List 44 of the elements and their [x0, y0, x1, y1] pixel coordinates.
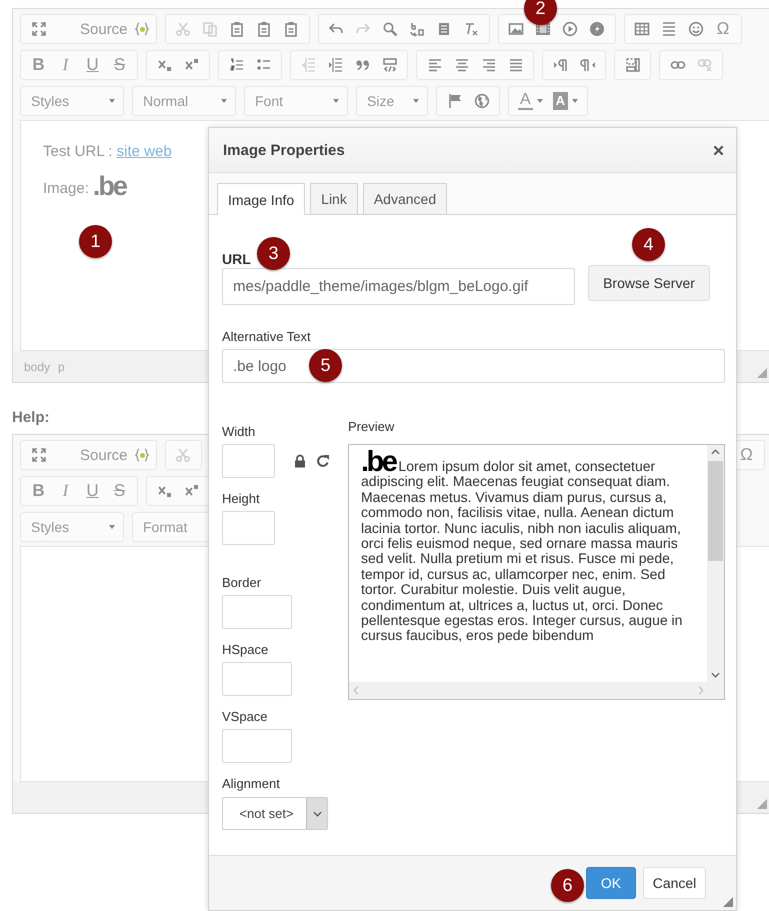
- background-color-button[interactable]: A: [548, 92, 584, 110]
- dropdown[interactable]: Size: [361, 93, 423, 109]
- italic-button[interactable]: I: [52, 481, 79, 501]
- strikethrough-button[interactable]: S: [106, 481, 133, 501]
- content-text: Image:: [43, 180, 89, 197]
- field-label: Preview: [348, 419, 394, 435]
- field-label: HSpace: [222, 642, 268, 658]
- link[interactable]: site web: [116, 143, 172, 160]
- tab[interactable]: Advanced: [362, 183, 448, 214]
- field-label: URL: [222, 251, 251, 267]
- strikethrough-button[interactable]: S: [106, 55, 133, 75]
- cancel-button[interactable]: Cancel: [643, 867, 706, 899]
- underline-button[interactable]: U: [79, 55, 106, 75]
- underline-button[interactable]: U: [79, 481, 106, 501]
- dropdown[interactable]: Styles: [25, 519, 119, 535]
- field-label: Border: [222, 575, 262, 591]
- text-color-button[interactable]: A: [513, 92, 548, 110]
- browse-button[interactable]: Browse Server: [588, 265, 710, 301]
- path-item[interactable]: p: [58, 360, 65, 374]
- field-label: Help:: [12, 409, 50, 426]
- source-button[interactable]: Source: [52, 446, 152, 464]
- omega-button[interactable]: Ω: [710, 19, 737, 39]
- bold-button[interactable]: B: [25, 481, 52, 501]
- ok-button[interactable]: OK: [586, 867, 636, 899]
- field-label: Height: [222, 491, 260, 507]
- dropdown[interactable]: Normal: [137, 93, 231, 109]
- url-field[interactable]: mes/paddle_theme/images/blgm_beLogo.gif: [222, 268, 575, 305]
- dropdown[interactable]: Font: [249, 93, 343, 109]
- tab[interactable]: Image Info: [217, 183, 306, 215]
- bold-button[interactable]: B: [25, 55, 52, 75]
- tab[interactable]: Link: [310, 183, 358, 214]
- alignment-select[interactable]: <not set>: [222, 797, 328, 830]
- path-item[interactable]: body: [24, 360, 50, 374]
- source-button[interactable]: Source: [52, 20, 152, 38]
- logo: .be: [92, 175, 126, 197]
- dialog-title: Image Properties: [223, 142, 345, 158]
- italic-button[interactable]: I: [52, 55, 79, 75]
- preview-text: .be Lorem ipsum dolor sit amet, consectetuer adipiscing elit. Maecenas feugiat consequat diam. Maecenas metus. Vivamus diam purus, cursus a, commodo non, facilisis vitae, nulla. Aenean dictum lacinia tortor. Nunc iaculis, nibh non iaculis aliquam, orci felis euismod neque, sed ornare massa mauris sed velit. Nulla pretium mi et risus. Fusce mi pede, tempor id, cursus ac, ullamcorper nec, enim. Sed tortor. Curabitur molestie. Duis velit augue, condimentum at, ultrices a, luctus ut, orci. Donec pellentesque egestas eros. Integer cursus, augue in cursus faucibus, eros pede bibendum: [360, 445, 684, 646]
- omega-button[interactable]: Ω: [733, 445, 760, 465]
- field-label: VSpace: [222, 709, 268, 725]
- field-label: Alternative Text: [222, 329, 311, 345]
- field-label: Width: [222, 424, 256, 440]
- field-label: Alignment: [222, 776, 280, 792]
- dropdown[interactable]: Styles: [25, 93, 119, 109]
